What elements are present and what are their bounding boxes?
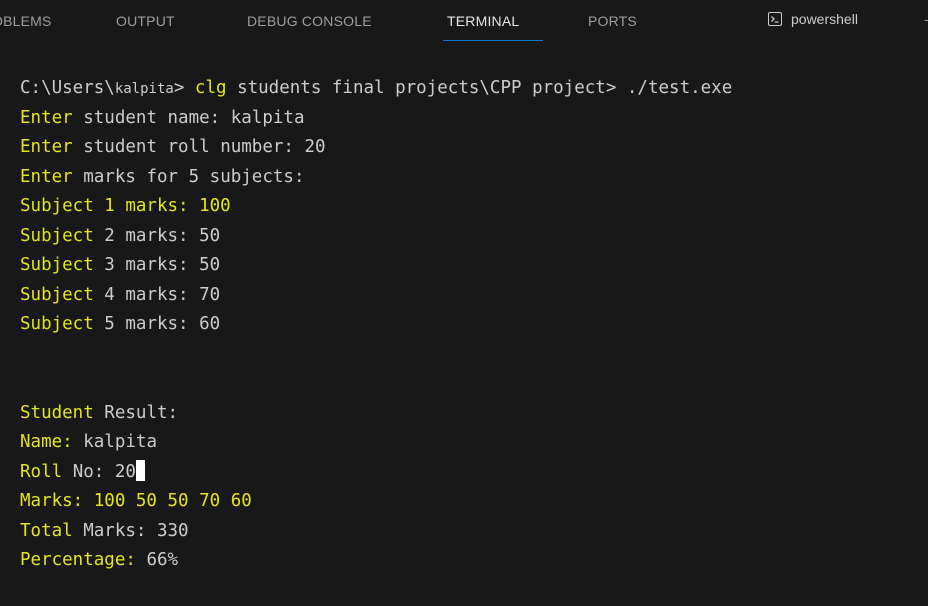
prompt-path: C:\Users\ — [20, 78, 115, 98]
result-line: Total Marks: 330 — [20, 517, 928, 547]
result-line: Percentage: 66% — [20, 546, 928, 576]
output-line: Subject 5 marks: 60 — [20, 310, 928, 340]
output-line: Enter student roll number: 20 — [20, 133, 928, 163]
output-keyword: Subject 1 marks: 100 — [20, 196, 231, 216]
panel-tab-bar: OBLEMS OUTPUT DEBUG CONSOLE TERMINAL POR… — [0, 0, 928, 44]
output-text: marks for 5 subjects: — [72, 166, 305, 187]
terminal-output[interactable]: C:\Users\kalpita> clg students final pro… — [20, 74, 928, 576]
output-keyword: Enter — [20, 107, 73, 128]
output-text: Marks: 330 — [72, 520, 189, 541]
result-line: Roll No: 20 — [20, 458, 928, 488]
output-text: 3 marks: 50 — [93, 255, 221, 275]
output-keyword: Marks: 100 50 50 70 60 — [20, 491, 252, 511]
tab-debug-console[interactable]: DEBUG CONSOLE — [247, 13, 372, 29]
output-text: 66% — [135, 550, 179, 570]
output-text: 2 marks: 50 — [93, 225, 221, 246]
output-keyword: Subject — [20, 255, 94, 275]
terminal-cursor — [135, 459, 145, 481]
output-keyword: Subject — [20, 284, 94, 305]
output-text: 5 marks: 60 — [93, 314, 221, 334]
output-text: kalpita — [72, 432, 157, 452]
shell-name: powershell — [791, 11, 858, 27]
output-keyword: Roll — [20, 461, 63, 482]
terminal-panel: OBLEMS OUTPUT DEBUG CONSOLE TERMINAL POR… — [0, 0, 928, 606]
output-line: Subject 3 marks: 50 — [20, 251, 928, 281]
output-text: 4 marks: 70 — [93, 284, 221, 305]
output-line: Subject 4 marks: 70 — [20, 281, 928, 311]
output-line: Subject 2 marks: 50 — [20, 222, 928, 252]
output-keyword: Percentage: — [20, 550, 136, 570]
prompt-path-rest: students final projects\CPP project> ./t… — [226, 78, 733, 98]
prompt-separator: > — [173, 78, 195, 98]
output-text: student name: kalpita — [72, 107, 305, 128]
output-keyword: Total — [20, 520, 73, 541]
prompt-command: clg — [194, 78, 227, 98]
output-keyword: Name: — [20, 432, 73, 452]
new-terminal-button[interactable]: ‐ — [924, 11, 928, 27]
tab-terminal[interactable]: TERMINAL — [447, 13, 519, 29]
output-keyword: Student — [20, 402, 94, 423]
output-line: Subject 1 marks: 100 — [20, 192, 928, 222]
prompt-user: kalpita — [114, 81, 174, 97]
output-line: Enter student name: kalpita — [20, 104, 928, 134]
output-keyword: Subject — [20, 225, 94, 246]
result-line: Marks: 100 50 50 70 60 — [20, 487, 928, 517]
tab-problems[interactable]: OBLEMS — [0, 13, 52, 29]
result-line: Student Result: — [20, 399, 928, 429]
output-text: Result: — [93, 402, 179, 423]
output-line: Enter marks for 5 subjects: — [20, 163, 928, 193]
command-prompt-line: C:\Users\kalpita> clg students final pro… — [20, 74, 928, 104]
output-text: No: 20 — [62, 461, 136, 482]
result-line: Name: kalpita — [20, 428, 928, 458]
output-keyword: Enter — [20, 137, 73, 157]
tab-output[interactable]: OUTPUT — [116, 13, 175, 29]
output-text: student roll number: 20 — [72, 137, 326, 157]
active-tab-indicator — [443, 40, 543, 41]
terminal-icon — [768, 12, 782, 26]
tab-ports[interactable]: PORTS — [588, 13, 637, 29]
output-keyword: Subject — [20, 314, 94, 334]
output-keyword: Enter — [20, 166, 73, 187]
